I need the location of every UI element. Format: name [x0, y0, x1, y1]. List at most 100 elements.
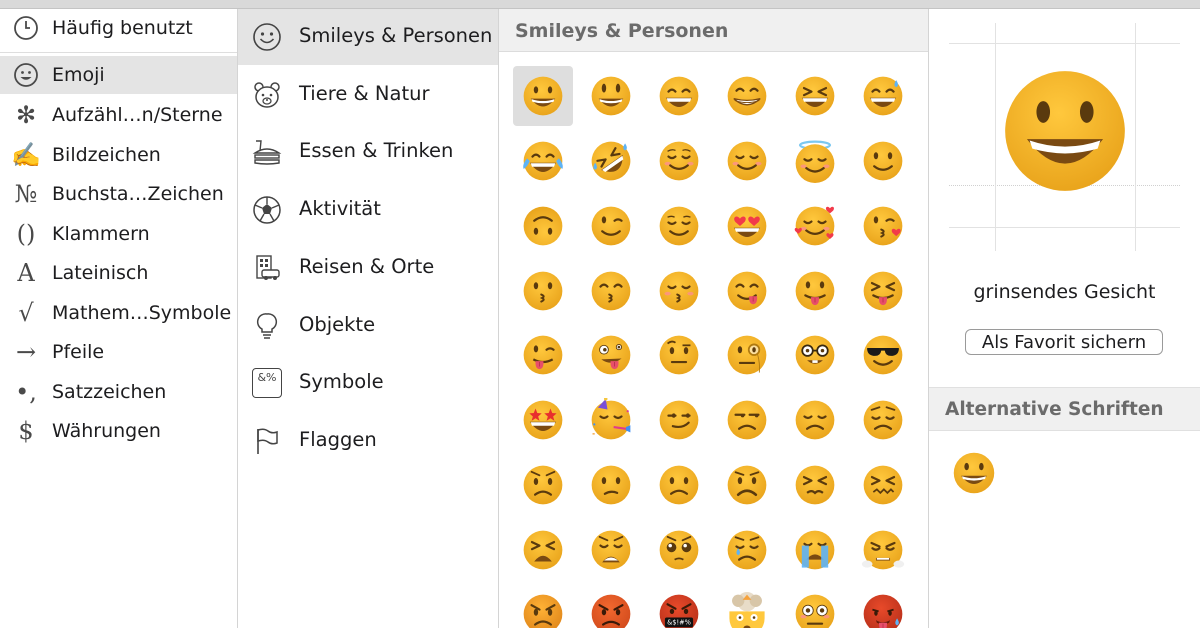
sidebar-item-buchstaben[interactable]: № Buchsta…Zeichen — [0, 175, 237, 213]
emoji-exploding[interactable] — [717, 584, 777, 628]
emoji-kissing[interactable] — [513, 261, 573, 321]
worried-emoji-icon — [523, 465, 563, 505]
emoji-frowning[interactable] — [717, 455, 777, 515]
group-objekte[interactable]: Objekte — [238, 298, 498, 354]
emoji-tongue[interactable] — [785, 261, 845, 321]
partying-emoji-icon — [591, 398, 631, 440]
emoji-partying[interactable] — [581, 390, 641, 450]
sidebar-item-satzzeichen[interactable]: •, Satzzeichen — [0, 373, 237, 411]
smirk-emoji-icon — [659, 400, 699, 440]
emoji-upside-down[interactable] — [513, 196, 573, 256]
add-favorite-button[interactable]: Als Favorit sichern — [965, 329, 1163, 355]
emoji-disappointed[interactable] — [785, 390, 845, 450]
rofl-emoji-icon — [591, 141, 631, 181]
group-reisen-orte[interactable]: Reisen & Orte — [238, 240, 498, 296]
group-label: Smileys & Personen — [299, 24, 493, 47]
sidebar-item-klammern[interactable]: () Klammern — [0, 215, 237, 253]
emoji-raised-eyebrow[interactable] — [649, 325, 709, 385]
laughing-emoji-icon — [795, 76, 835, 116]
group-essen-trinken[interactable]: Essen & Trinken — [238, 124, 498, 180]
emoji-grid-title: Smileys & Personen — [515, 20, 729, 42]
emoji-pleading[interactable] — [649, 520, 709, 580]
emoji-wink-tongue[interactable] — [513, 325, 573, 385]
emoji-weary[interactable] — [581, 520, 641, 580]
frowning-emoji-icon — [727, 465, 767, 505]
emoji-rofl[interactable] — [581, 131, 641, 191]
emoji-wink[interactable] — [581, 196, 641, 256]
group-label: Objekte — [299, 313, 376, 336]
emoji-confused[interactable] — [581, 455, 641, 515]
emoji-sob[interactable] — [785, 520, 845, 580]
emoji-blush[interactable] — [717, 131, 777, 191]
slight-frown-emoji-icon — [659, 465, 699, 505]
emoji-smiling-hearts[interactable] — [785, 196, 845, 256]
sidebar-item-pfeile[interactable]: → Pfeile — [0, 333, 237, 371]
emoji-confounded[interactable] — [853, 455, 913, 515]
emoji-worried[interactable] — [513, 455, 573, 515]
emoji-slight-frown[interactable] — [649, 455, 709, 515]
pouting-emoji-icon — [591, 594, 631, 628]
emoji-kissing-heart[interactable] — [853, 196, 913, 256]
group-smileys-personen[interactable]: Smileys & Personen — [238, 9, 498, 65]
emoji-grin[interactable] — [717, 66, 777, 126]
sidebar-item-bildzeichen[interactable]: ✍ Bildzeichen — [0, 136, 237, 174]
emoji-squint-tongue[interactable] — [853, 261, 913, 321]
emoji-cursing[interactable]: &$!#% — [649, 584, 709, 628]
nerd-emoji-icon — [795, 335, 835, 375]
emoji-heart-eyes[interactable] — [717, 196, 777, 256]
emoji-slight-smile[interactable] — [853, 131, 913, 191]
wink-tongue-emoji-icon — [523, 335, 563, 375]
kissing-closed-emoji-icon — [659, 271, 699, 311]
sidebar-item-emoji[interactable]: Emoji — [0, 56, 237, 94]
angry-emoji-icon — [523, 594, 563, 628]
group-symbole[interactable]: &% Symbole — [238, 355, 498, 411]
emoji-monocle[interactable] — [717, 325, 777, 385]
sidebar-item-waehrungen[interactable]: $ Währungen — [0, 412, 237, 450]
emoji-pouting[interactable] — [581, 584, 641, 628]
monocle-emoji-icon — [727, 335, 767, 375]
sidebar-item-aufzaehlung[interactable]: ✻ Aufzähl…n/Sterne — [0, 96, 237, 134]
emoji-kissing-closed[interactable] — [649, 261, 709, 321]
group-tiere-natur[interactable]: Tiere & Natur — [238, 67, 498, 123]
emoji-relieved[interactable] — [649, 196, 709, 256]
emoji-pensive[interactable] — [853, 390, 913, 450]
sidebar-item-label: Lateinisch — [52, 262, 149, 284]
emoji-triumph[interactable] — [853, 520, 913, 580]
emoji-name: grinsendes Gesicht — [973, 281, 1156, 303]
sidebar-item-haeufig-benutzt[interactable]: Häufig benutzt — [0, 9, 237, 47]
emoji-yum[interactable] — [717, 261, 777, 321]
group-label: Symbole — [299, 370, 384, 393]
sidebar-item-mathematische-symbole[interactable]: √ Mathem…Symbole — [0, 294, 237, 332]
emoji-zany[interactable] — [581, 325, 641, 385]
emoji-kissing-smiling[interactable] — [581, 261, 641, 321]
emoji-unamused[interactable] — [717, 390, 777, 450]
group-aktivitaet[interactable]: Aktivität — [238, 182, 498, 238]
emoji-laughing[interactable] — [785, 66, 845, 126]
emoji-star-struck[interactable] — [513, 390, 573, 450]
joy-emoji-icon — [523, 141, 563, 181]
flag-icon — [257, 428, 278, 454]
numero-icon: № — [14, 180, 38, 208]
emoji-crying[interactable] — [717, 520, 777, 580]
alternative-font-emoji[interactable] — [951, 450, 997, 496]
emoji-sunglasses[interactable] — [853, 325, 913, 385]
emoji-nerd[interactable] — [785, 325, 845, 385]
emoji-grinning[interactable] — [513, 66, 573, 126]
emoji-angry[interactable] — [513, 584, 573, 628]
grin-emoji-icon — [727, 76, 767, 116]
emoji-smirk[interactable] — [649, 390, 709, 450]
confused-emoji-icon — [591, 465, 631, 505]
emoji-relaxed[interactable] — [649, 131, 709, 191]
group-flaggen[interactable]: Flaggen — [238, 413, 498, 469]
sidebar-item-lateinisch[interactable]: A Lateinisch — [0, 254, 237, 292]
emoji-innocent[interactable] — [785, 131, 845, 191]
emoji-sweat-smile[interactable] — [853, 66, 913, 126]
emoji-flushed[interactable] — [785, 584, 845, 628]
emoji-smile[interactable] — [649, 66, 709, 126]
emoji-tired[interactable] — [513, 520, 573, 580]
emoji-joy[interactable] — [513, 131, 573, 191]
emoji-hot[interactable] — [853, 584, 913, 628]
emoji-smiley[interactable] — [581, 66, 641, 126]
emoji-persevering[interactable] — [785, 455, 845, 515]
exploding-emoji-icon — [729, 592, 765, 628]
